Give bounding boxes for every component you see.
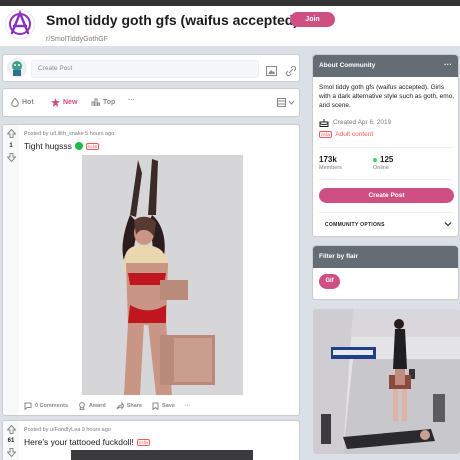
- share-label: Share: [126, 403, 143, 409]
- flair-emoji-icon: [74, 142, 83, 150]
- share-button[interactable]: Share: [116, 402, 142, 410]
- sort-new-button[interactable]: New: [51, 98, 77, 107]
- more-options-icon[interactable]: ···: [444, 60, 452, 69]
- post-title-text: Here's your tattooed fuckdoll!: [24, 437, 134, 447]
- join-button[interactable]: Join: [290, 12, 335, 27]
- comments-label: 0 Comments: [35, 403, 69, 409]
- post-title-text: Tight hugsss: [24, 141, 72, 151]
- post-title[interactable]: Here's your tattooed fuckdoll! nsfw: [24, 437, 151, 447]
- community-description: Smol tiddy goth gfs (waifus accepted). G…: [319, 84, 455, 109]
- sort-new-label: New: [63, 99, 78, 106]
- created-date: Created Apr 6, 2019: [319, 118, 391, 127]
- award-button[interactable]: Award: [78, 402, 106, 410]
- members-label: Members: [319, 165, 342, 171]
- post-meta: Posted by u/FondlyLea 9 hours ago: [24, 427, 111, 433]
- chevron-down-icon: [288, 100, 295, 105]
- divider: [319, 212, 453, 213]
- community-options-toggle[interactable]: COMMUNITY OPTIONS: [325, 222, 385, 228]
- comments-button[interactable]: 0 Comments: [24, 402, 68, 410]
- card-view-icon: [277, 98, 286, 107]
- subreddit-header: Smol tiddy goth gfs (waifus accepted) Jo…: [0, 6, 460, 46]
- award-label: Award: [89, 403, 106, 409]
- bookmark-icon: [152, 402, 159, 410]
- anarchy-icon[interactable]: [5, 9, 35, 39]
- sort-hot-label: Hot: [22, 99, 34, 106]
- about-community-card: About Community ··· Smol tiddy goth gfs …: [312, 54, 459, 237]
- sort-bar: Hot New Top ···: [2, 88, 300, 117]
- post-more-button[interactable]: ···: [185, 402, 191, 410]
- created-date-label: Created Apr 6, 2019: [333, 119, 392, 126]
- online-dot-icon: [373, 158, 377, 162]
- share-icon: [116, 402, 124, 410]
- post-actions: 0 Comments Award Share Save ···: [24, 402, 190, 410]
- online-count: 125: [373, 155, 393, 164]
- burst-icon: [51, 98, 60, 107]
- chevron-down-icon[interactable]: [444, 220, 452, 230]
- nsfw-tag: nsfw: [136, 438, 151, 446]
- bar-chart-icon: [91, 98, 100, 106]
- comment-icon: [24, 402, 32, 410]
- about-header: About Community ···: [313, 55, 458, 77]
- post-card[interactable]: 61 Posted by u/FondlyLea 9 hours ago Her…: [2, 420, 300, 460]
- members-count: 173k: [319, 155, 337, 164]
- save-label: Save: [162, 403, 175, 409]
- online-count-value: 125: [380, 155, 394, 164]
- nsfw-tag: nsfw: [319, 131, 333, 138]
- sort-hot-button[interactable]: Hot: [11, 98, 34, 107]
- sort-top-label: Top: [103, 99, 116, 106]
- upvote-icon[interactable]: [6, 424, 17, 436]
- vote-count: 1: [9, 143, 13, 149]
- sidebar-photo[interactable]: [313, 309, 460, 454]
- adult-content: nsfw Adult content: [319, 131, 373, 138]
- create-post-button[interactable]: Create Post: [319, 188, 454, 203]
- create-post-input[interactable]: Create Post: [31, 60, 259, 78]
- filter-by-flair-card: Filter by flair Gif: [312, 245, 459, 300]
- about-header-label: About Community: [319, 62, 376, 69]
- downvote-icon[interactable]: [6, 448, 17, 459]
- award-icon: [79, 402, 85, 410]
- cake-icon: [319, 119, 329, 127]
- user-avatar[interactable]: [7, 58, 27, 78]
- post-meta: Posted by u/Lilith_snake 5 hours ago: [24, 131, 115, 137]
- vote-column: 61: [3, 421, 19, 460]
- flair-header: Filter by flair: [313, 246, 458, 268]
- adult-content-label: Adult content: [335, 131, 374, 138]
- save-button[interactable]: Save: [152, 402, 175, 410]
- post-title[interactable]: Tight hugsss nsfw: [24, 141, 100, 151]
- vote-column: 1: [3, 125, 19, 415]
- link-icon[interactable]: [285, 63, 297, 81]
- flame-icon: [11, 98, 19, 107]
- divider: [319, 179, 453, 180]
- sort-top-button[interactable]: Top: [91, 98, 115, 107]
- upvote-icon[interactable]: [6, 128, 17, 140]
- post-image[interactable]: [71, 450, 253, 460]
- post-card[interactable]: 1 Posted by u/Lilith_snake 5 hours ago T…: [2, 124, 300, 416]
- create-post-card: Create Post: [2, 54, 300, 82]
- subreddit-title: Smol tiddy goth gfs (waifus accepted): [46, 12, 299, 28]
- sort-more-button[interactable]: ···: [128, 97, 135, 104]
- flair-gif-button[interactable]: Gif: [319, 274, 340, 289]
- nsfw-tag: nsfw: [85, 142, 100, 150]
- subreddit-name: r/SmolTiddyGothGF: [46, 36, 108, 43]
- divider: [319, 147, 453, 148]
- view-toggle[interactable]: [277, 98, 295, 107]
- downvote-icon[interactable]: [6, 153, 17, 164]
- online-label: Online: [373, 165, 389, 171]
- post-image[interactable]: [82, 155, 243, 395]
- image-upload-icon[interactable]: [266, 63, 277, 81]
- vote-count: 61: [7, 438, 15, 444]
